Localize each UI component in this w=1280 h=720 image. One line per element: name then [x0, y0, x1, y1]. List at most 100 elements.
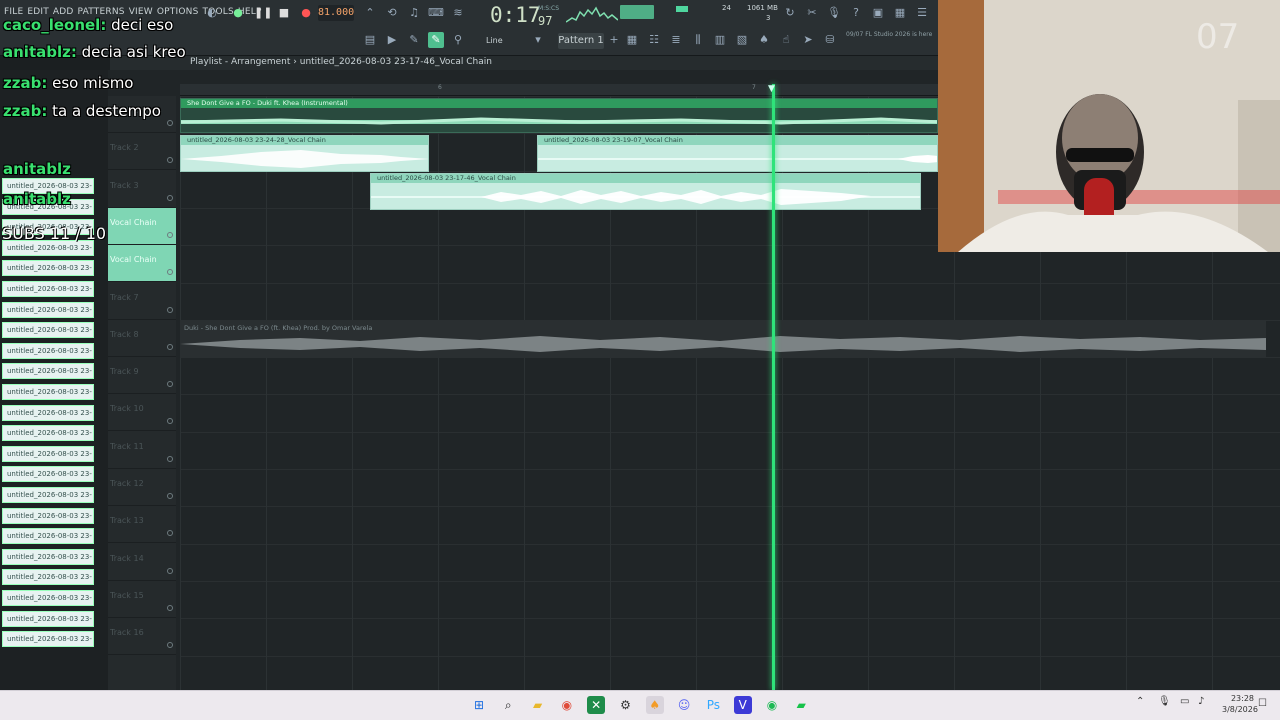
- search-icon[interactable]: ⌕: [499, 696, 517, 714]
- track-header[interactable]: Track 10: [108, 394, 176, 432]
- photoshop-icon[interactable]: Ps: [704, 696, 722, 714]
- song-position-clock[interactable]: 0:17: [490, 3, 541, 27]
- channel-picker-item[interactable]: untitled_2026-08-03 23-: [2, 569, 94, 586]
- channel-rack-icon[interactable]: ☷: [646, 32, 662, 48]
- track-mute-led[interactable]: [167, 306, 173, 313]
- vocal-clip[interactable]: untitled_2026-08-03 23-17-46_Vocal Chain: [370, 173, 921, 210]
- track-header[interactable]: Track 12: [108, 469, 176, 506]
- volume-icon[interactable]: ♪: [1198, 696, 1204, 707]
- channel-picker-item[interactable]: untitled_2026-08-03 23-: [2, 384, 94, 400]
- track-mute-led[interactable]: [167, 642, 173, 649]
- track-mute-led[interactable]: [167, 343, 173, 350]
- pencil-tool-icon[interactable]: ✎: [406, 32, 422, 48]
- fl-logo-icon[interactable]: ♠: [756, 32, 772, 48]
- track-header[interactable]: Track 14: [108, 544, 176, 581]
- playhead[interactable]: [772, 84, 775, 690]
- chevron-down-icon[interactable]: ▾: [530, 32, 546, 48]
- chat-icon[interactable]: ☰: [914, 5, 930, 21]
- cut-icon[interactable]: ✂: [804, 5, 820, 21]
- channel-picker-item[interactable]: untitled_2026-08-03 23-: [2, 507, 94, 524]
- record-button[interactable]: ●: [298, 5, 314, 21]
- discord-icon[interactable]: ☺: [675, 696, 693, 714]
- channel-picker-item[interactable]: untitled_2026-08-03 23-: [2, 590, 94, 606]
- microphone-icon[interactable]: 🎙: [826, 5, 842, 21]
- channel-picker-item[interactable]: untitled_2026-08-03 23-: [2, 342, 94, 359]
- notification-icon[interactable]: ☐: [1258, 698, 1267, 709]
- track-header[interactable]: Track 16: [108, 618, 176, 656]
- file-explorer-icon[interactable]: ▰: [529, 696, 547, 714]
- windows-icon[interactable]: ⊞: [470, 696, 488, 714]
- track-mute-led[interactable]: [167, 493, 173, 499]
- channel-picker-item[interactable]: untitled_2026-08-03 23-: [2, 445, 94, 462]
- timeline-ruler[interactable]: 6 7: [180, 84, 938, 96]
- track-header[interactable]: Track 7: [108, 283, 176, 320]
- add-pattern-icon[interactable]: +: [606, 32, 622, 48]
- channel-picker-item[interactable]: untitled_2026-08-03 23-: [2, 425, 94, 442]
- playlist-icon[interactable]: ▦: [624, 32, 640, 48]
- channel-picker-item[interactable]: untitled_2026-08-03 23-: [2, 610, 94, 627]
- blend-notes-icon[interactable]: ≋: [450, 5, 466, 21]
- reference-audio-clip[interactable]: Duki - She Dont Give a FO (ft. Khea) Pro…: [180, 320, 1266, 358]
- next-icon[interactable]: ▶: [384, 32, 400, 48]
- pause-button[interactable]: ❚❚: [254, 5, 272, 21]
- refresh-icon[interactable]: ↻: [782, 5, 798, 21]
- track-mute-led[interactable]: [167, 455, 173, 462]
- tap-tempo-icon[interactable]: ⌃: [362, 5, 378, 21]
- fl-studio-icon[interactable]: ♠: [645, 696, 664, 714]
- track-header[interactable]: Track 15: [108, 581, 176, 618]
- step-edit-icon[interactable]: ♫: [406, 5, 422, 21]
- channel-picker-item[interactable]: untitled_2026-08-03 23-: [2, 404, 94, 421]
- export-icon[interactable]: ➤: [800, 32, 816, 48]
- track-header[interactable]: Track 11: [108, 432, 176, 469]
- track-mute-led[interactable]: [167, 567, 173, 574]
- typing-keyboard-icon[interactable]: ⌨: [428, 5, 444, 21]
- network-icon[interactable]: ▭: [1180, 696, 1189, 707]
- track-mute-led[interactable]: [167, 381, 173, 388]
- news-hint[interactable]: 09/07 FL Studio 2026 is here: [846, 31, 936, 39]
- track-mute-led[interactable]: [167, 530, 173, 537]
- spotify-icon[interactable]: ◉: [763, 696, 781, 714]
- channel-picker-item[interactable]: untitled_2026-08-03 23-: [2, 322, 94, 339]
- magnet-icon[interactable]: ⚲: [450, 32, 466, 48]
- track-mute-led[interactable]: [167, 269, 173, 276]
- instrumental-clip[interactable]: She Dont Give a FO - Duki ft. Khea (Inst…: [180, 98, 938, 133]
- piano-roll-icon[interactable]: ≣: [668, 32, 684, 48]
- track-header[interactable]: Track 13: [108, 506, 176, 544]
- channel-picker-item[interactable]: untitled_2026-08-03 23-: [2, 301, 94, 318]
- channel-picker-item[interactable]: untitled_2026-08-03 23-: [2, 281, 94, 297]
- playhead-marker-icon[interactable]: ▼: [768, 84, 775, 94]
- track-mute-led[interactable]: [167, 604, 173, 611]
- taskbar-clock[interactable]: 23:28 3/8/2026: [1222, 693, 1258, 715]
- track-header[interactable]: Track 9: [108, 357, 176, 395]
- plugin-database-icon[interactable]: ▦: [892, 5, 908, 21]
- channel-picker-item[interactable]: untitled_2026-08-03 23-: [2, 528, 94, 545]
- snap-select[interactable]: Line: [486, 36, 503, 45]
- channel-picker-item[interactable]: untitled_2026-08-03 23-: [2, 466, 94, 483]
- track-mute-led[interactable]: [167, 418, 173, 425]
- excel-icon[interactable]: ✕: [587, 696, 606, 714]
- channel-picker-item[interactable]: untitled_2026-08-03 23-: [2, 363, 94, 380]
- channel-picker-item[interactable]: untitled_2026-08-03 23-: [2, 260, 94, 277]
- plugin-picker-icon[interactable]: ▧: [734, 32, 750, 48]
- chrome-icon[interactable]: ◉: [558, 696, 576, 714]
- steam-icon[interactable]: ⚙: [617, 696, 635, 714]
- browser-icon[interactable]: ▥: [712, 32, 728, 48]
- pattern-selector[interactable]: Pattern 1: [558, 33, 604, 49]
- microphone-tray-icon[interactable]: 🎙: [1158, 696, 1171, 707]
- tempo-display[interactable]: 81.000: [318, 5, 354, 21]
- track-header[interactable]: Vocal Chain: [108, 245, 176, 283]
- store-icon[interactable]: ⛁: [822, 32, 838, 48]
- touch-controller-icon[interactable]: ☝: [778, 32, 794, 48]
- draw-tool-icon[interactable]: ✎: [428, 32, 444, 48]
- channel-picker-item[interactable]: untitled_2026-08-03 23-: [2, 548, 94, 565]
- track-header[interactable]: Track 8: [108, 320, 176, 357]
- xbox-icon[interactable]: ▰: [792, 696, 810, 714]
- stop-button[interactable]: ■: [276, 5, 292, 21]
- channel-picker-item[interactable]: untitled_2026-08-03 23-: [2, 631, 94, 648]
- channel-picker-item[interactable]: untitled_2026-08-03 23-: [2, 487, 94, 503]
- save-icon[interactable]: ▣: [870, 5, 886, 21]
- vocal-clip[interactable]: untitled_2026-08-03 23-19-07_Vocal Chain: [537, 135, 938, 172]
- vegas-icon[interactable]: V: [733, 696, 752, 714]
- mixer-icon[interactable]: ⫼: [690, 32, 706, 48]
- chevron-up-icon[interactable]: ⌃: [1136, 696, 1144, 707]
